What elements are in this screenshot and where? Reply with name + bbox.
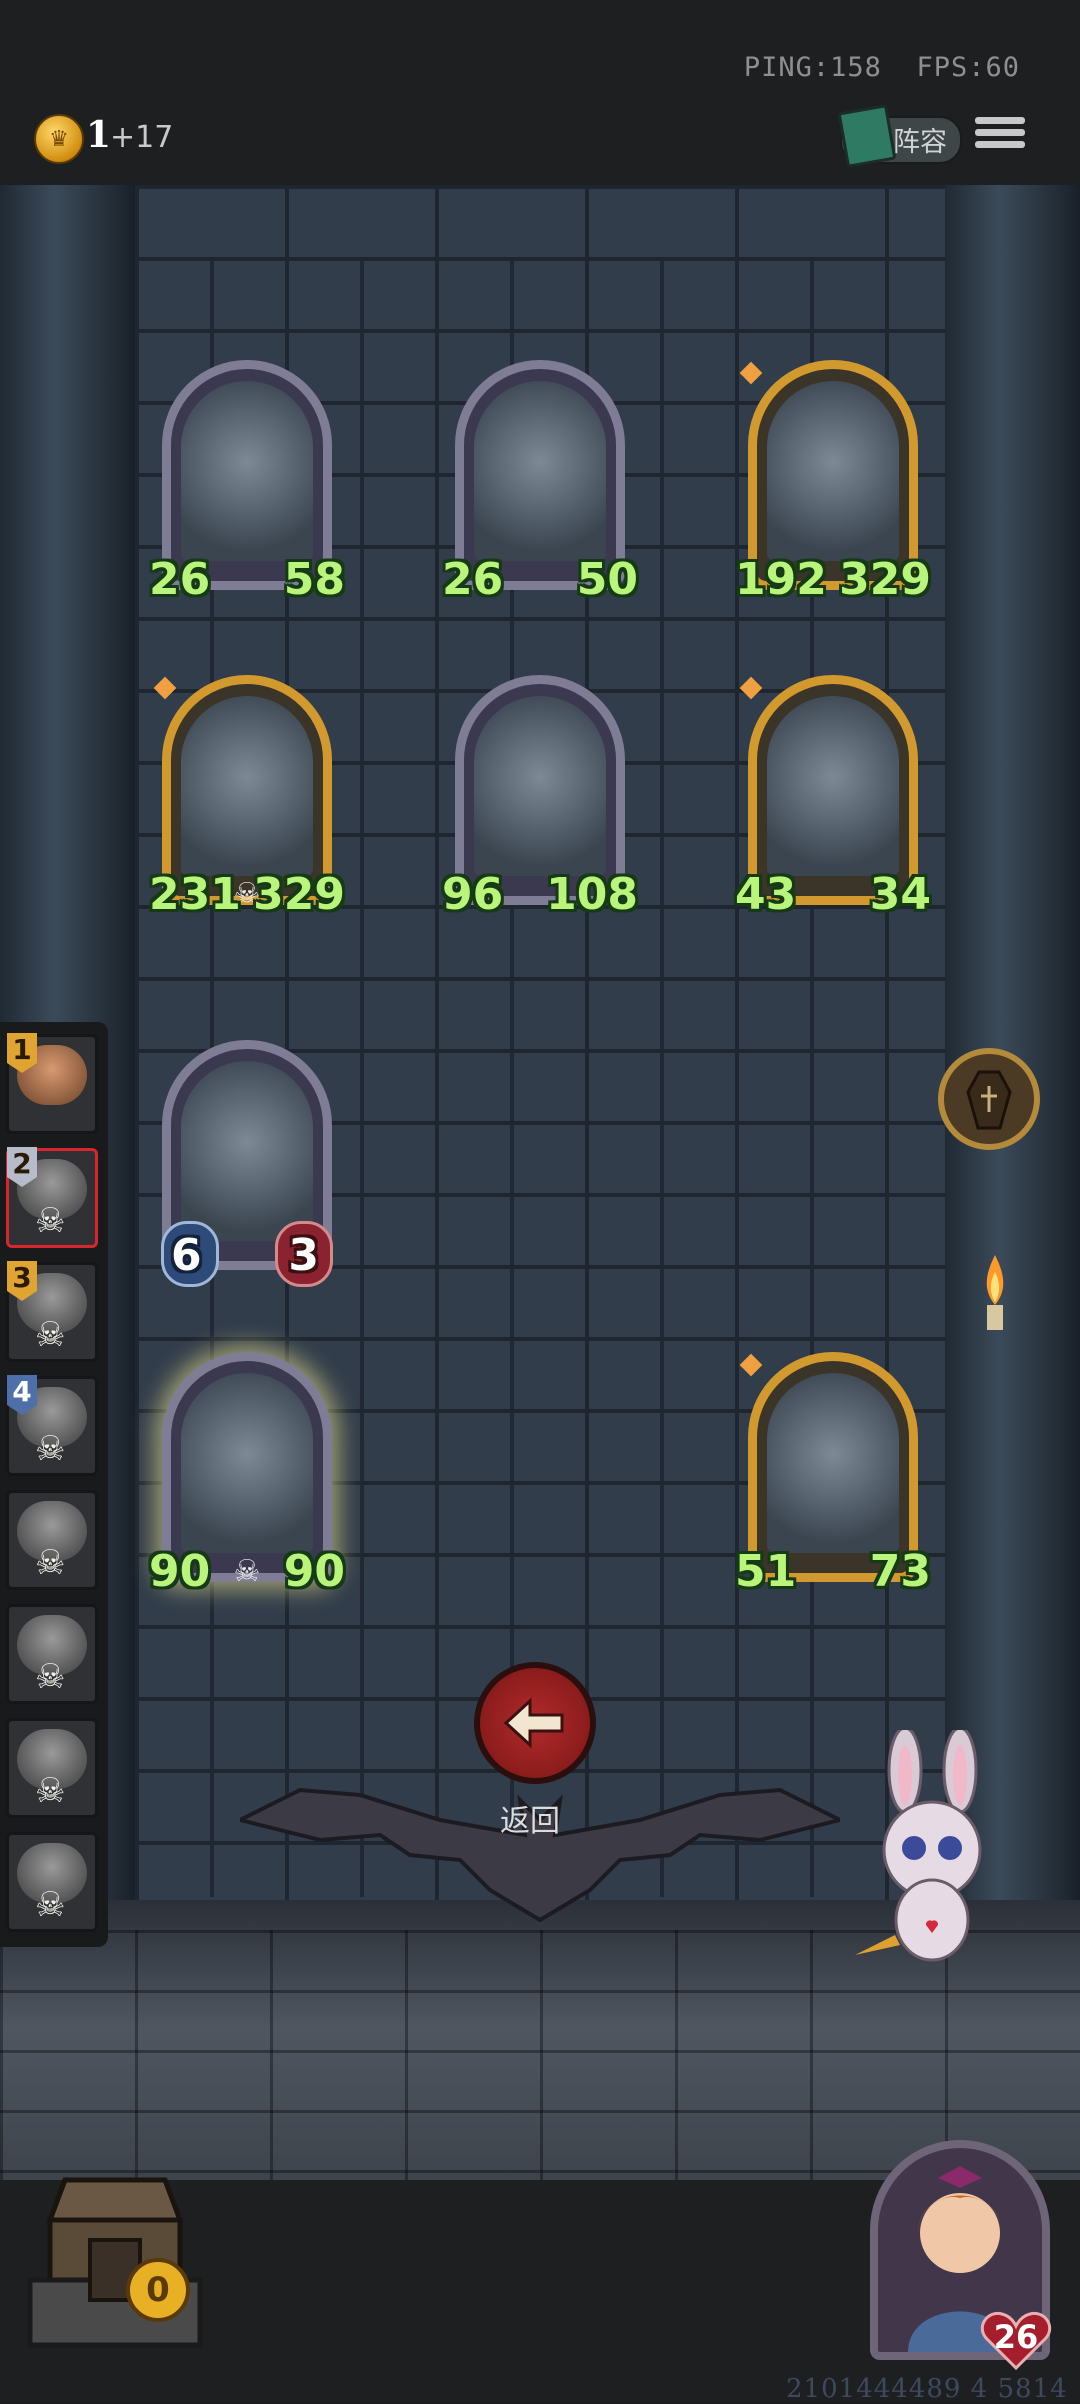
seed-text: 2101444489 4 5814 bbox=[786, 2374, 1068, 2404]
roster-slot-grey-hat-player[interactable]: ☠ 3 bbox=[6, 1261, 98, 1362]
coffin-icon bbox=[966, 1070, 1012, 1130]
roster-slot-dark-hair-player[interactable]: ☠ 2 bbox=[6, 1147, 98, 1248]
unit-attack: 192 bbox=[735, 554, 827, 605]
coffin-button[interactable] bbox=[938, 1048, 1040, 1150]
unit-card-eyepatch-butcher[interactable]: ☠ 90 90 bbox=[149, 1352, 345, 1597]
unit-health: 73 bbox=[869, 1546, 931, 1597]
hamburger-menu-icon[interactable] bbox=[975, 112, 1025, 160]
torch-icon bbox=[986, 1255, 1004, 1330]
roster-slot-wolf-player[interactable]: ☠ bbox=[6, 1718, 98, 1818]
player-roster: 1 ☠ 2 ☠ 3 ☠ 4 ☠ ☠ ☠ ☠ bbox=[0, 1022, 108, 1947]
unit-card-knight-bow[interactable]: 26 58 bbox=[149, 360, 345, 605]
unit-card-leaf-robot[interactable]: 43 34 bbox=[735, 675, 931, 920]
unit-attack: 231 bbox=[149, 869, 241, 920]
back-button[interactable] bbox=[474, 1662, 596, 1784]
unit-attack: 51 bbox=[735, 1546, 797, 1597]
unit-health: 34 bbox=[869, 869, 931, 920]
unit-card-old-card-player[interactable]: 96 108 bbox=[442, 675, 638, 920]
unit-portrait bbox=[181, 696, 313, 876]
unit-portrait bbox=[767, 1373, 899, 1553]
coin-count: 1 bbox=[86, 114, 112, 156]
crown-coin-icon: ♛ bbox=[34, 114, 84, 164]
unit-portrait bbox=[181, 381, 313, 561]
unit-portrait bbox=[474, 696, 606, 876]
skull-icon: ☠ bbox=[35, 1885, 66, 1925]
unit-card-red-hair-lady-2[interactable]: 192 329 bbox=[735, 360, 931, 605]
fps-text: FPS:60 bbox=[916, 52, 1020, 83]
unit-health: 329 bbox=[839, 554, 931, 605]
unit-health: 3 bbox=[288, 1230, 319, 1281]
unit-attack: 90 bbox=[149, 1546, 211, 1597]
unit-card-clock-clown[interactable]: 51 73 bbox=[735, 1352, 931, 1597]
unit-portrait bbox=[474, 381, 606, 561]
unit-attack: 26 bbox=[442, 554, 504, 605]
unit-attack: 43 bbox=[735, 869, 797, 920]
unit-card-red-hair-lady-1[interactable]: 26 50 bbox=[442, 360, 638, 605]
chest-count: 0 bbox=[126, 2258, 190, 2322]
book-icon bbox=[837, 104, 897, 168]
skull-icon: ☠ bbox=[35, 1429, 66, 1469]
roster-slot-shadow-player[interactable]: ☠ bbox=[6, 1832, 98, 1932]
coin-income: +17 bbox=[110, 120, 174, 155]
bunny-mascot-icon bbox=[855, 1730, 982, 1962]
roster-slot-bear-player[interactable]: ☠ bbox=[6, 1604, 98, 1704]
skull-icon: ☠ bbox=[35, 1201, 66, 1241]
unit-portrait bbox=[181, 1061, 313, 1241]
unit-portrait bbox=[181, 1373, 313, 1553]
skull-icon: ☠ bbox=[35, 1315, 66, 1355]
unit-health: 108 bbox=[546, 869, 638, 920]
skull-icon: ☠ bbox=[35, 1543, 66, 1583]
lineup-label: 阵容 bbox=[893, 127, 947, 158]
unit-health: 58 bbox=[283, 554, 345, 605]
unit-portrait bbox=[767, 696, 899, 876]
skull-icon: ☠ bbox=[35, 1657, 66, 1697]
roster-slot-girl-player[interactable]: 1 bbox=[6, 1033, 98, 1134]
unit-health: 90 bbox=[283, 1546, 345, 1597]
ping-text: PING:158 bbox=[743, 52, 882, 83]
unit-attack: 6 bbox=[171, 1230, 202, 1281]
unit-attack: 96 bbox=[442, 869, 504, 920]
back-arrow-icon bbox=[503, 1697, 564, 1749]
treasure-chest-icon[interactable] bbox=[10, 2160, 220, 2370]
unit-attack: 26 bbox=[149, 554, 211, 605]
skull-icon: ☠ bbox=[35, 1771, 66, 1811]
unit-card-bird-musician[interactable]: 63 bbox=[161, 1040, 333, 1287]
unit-health: 50 bbox=[576, 554, 638, 605]
unit-health: 329 bbox=[253, 869, 345, 920]
roster-slot-pale-player[interactable]: ☠ bbox=[6, 1490, 98, 1590]
unit-card-yellow-robot[interactable]: ☠ 231 329 bbox=[149, 675, 345, 920]
roster-slot-helmet-player[interactable]: ☠ 4 bbox=[6, 1375, 98, 1476]
unit-portrait bbox=[767, 381, 899, 561]
skull-icon: ☠ bbox=[233, 1554, 261, 1589]
network-status: PING:158 FPS:60 bbox=[744, 52, 1020, 83]
hero-health: 26 bbox=[993, 2318, 1039, 2356]
back-label: 返回 bbox=[500, 1804, 560, 1839]
